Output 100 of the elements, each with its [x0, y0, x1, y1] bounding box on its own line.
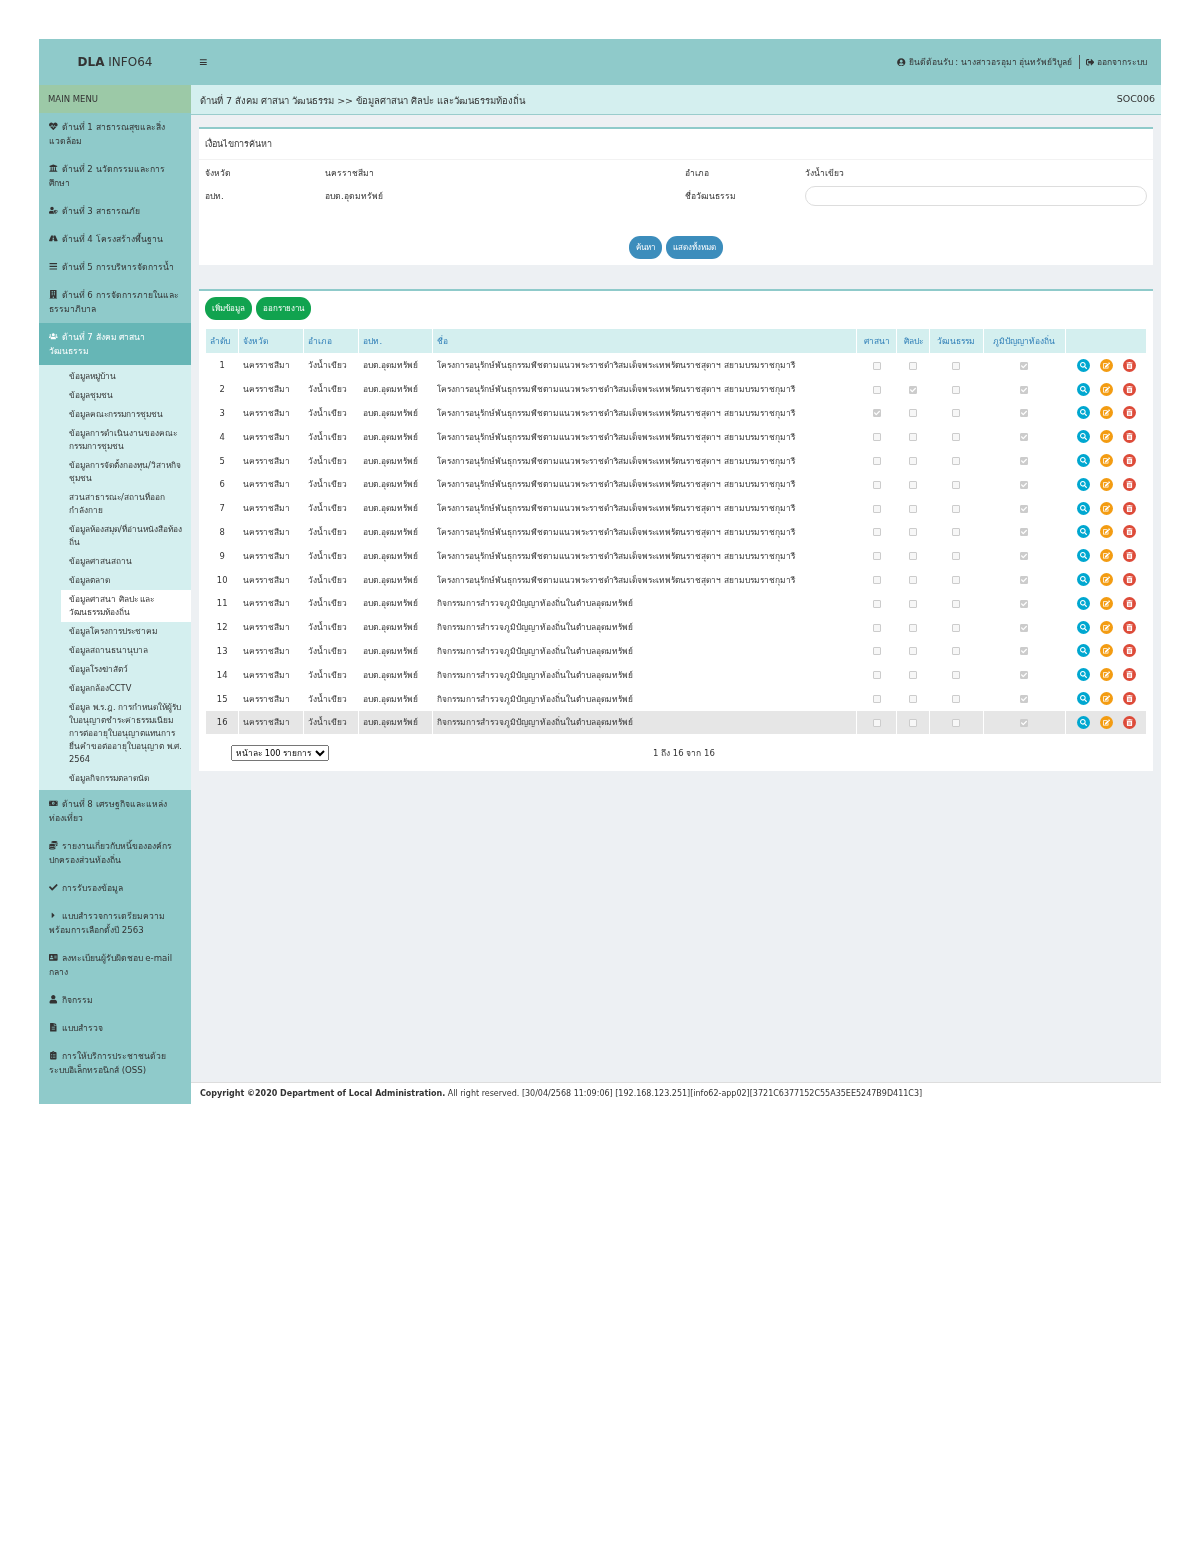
submenu-item[interactable]: ข้อมูลกล้องCCTV: [61, 679, 191, 698]
sidebar-item[interactable]: ด้านที่ 4 โครงสร้างพื้นฐาน: [39, 225, 191, 253]
checkbox[interactable]: [952, 457, 961, 466]
edit-button[interactable]: [1099, 358, 1113, 372]
checkbox[interactable]: [1020, 552, 1029, 561]
checkbox[interactable]: [872, 623, 881, 632]
view-button[interactable]: [1076, 358, 1090, 372]
view-button[interactable]: [1076, 477, 1090, 491]
submenu-item[interactable]: ข้อมูลการดำเนินงานของคณะกรรมการชุมชน: [61, 424, 191, 456]
checkbox[interactable]: [952, 599, 961, 608]
edit-button[interactable]: [1099, 501, 1113, 515]
view-button[interactable]: [1076, 430, 1090, 444]
checkbox[interactable]: [872, 528, 881, 537]
checkbox[interactable]: [909, 718, 918, 727]
sidebar-item[interactable]: การรับรองข้อมูล: [39, 874, 191, 902]
delete-button[interactable]: [1122, 596, 1136, 610]
delete-button[interactable]: [1122, 715, 1136, 729]
checkbox[interactable]: [952, 718, 961, 727]
submenu-item[interactable]: ข้อมูลชุมชน: [61, 386, 191, 405]
checkbox[interactable]: [1020, 361, 1029, 370]
checkbox[interactable]: [1020, 671, 1029, 680]
checkbox[interactable]: [1020, 433, 1029, 442]
submenu-item[interactable]: ข้อมูลศาสนสถาน: [61, 552, 191, 571]
edit-button[interactable]: [1099, 596, 1113, 610]
checkbox[interactable]: [872, 457, 881, 466]
submenu-item[interactable]: ข้อมูลโรงฆ่าสัตว์: [61, 660, 191, 679]
sidebar-item[interactable]: ด้านที่ 3 สาธารณภัย: [39, 197, 191, 225]
checkbox[interactable]: [909, 504, 918, 513]
edit-button[interactable]: [1099, 454, 1113, 468]
checkbox[interactable]: [1020, 504, 1029, 513]
edit-button[interactable]: [1099, 382, 1113, 396]
edit-button[interactable]: [1099, 668, 1113, 682]
checkbox[interactable]: [952, 433, 961, 442]
view-button[interactable]: [1076, 501, 1090, 515]
delete-button[interactable]: [1122, 692, 1136, 706]
delete-button[interactable]: [1122, 573, 1136, 587]
edit-button[interactable]: [1099, 692, 1113, 706]
checkbox[interactable]: [872, 504, 881, 513]
checkbox[interactable]: [1020, 576, 1029, 585]
search-button[interactable]: ค้นหา: [629, 236, 662, 259]
sidebar-item[interactable]: แบบสำรวจ: [39, 1014, 191, 1042]
checkbox[interactable]: [1020, 385, 1029, 394]
show-all-button[interactable]: แสดงทั้งหมด: [666, 236, 723, 259]
input-field[interactable]: [805, 186, 1147, 206]
checkbox[interactable]: [952, 480, 961, 489]
view-button[interactable]: [1076, 525, 1090, 539]
view-button[interactable]: [1076, 382, 1090, 396]
sidebar-item[interactable]: ด้านที่ 2 นวัตกรรมและการศึกษา: [39, 155, 191, 197]
submenu-item[interactable]: ข้อมูลหมู่บ้าน: [61, 367, 191, 386]
checkbox[interactable]: [952, 576, 961, 585]
brand-logo[interactable]: DLA INFO64: [39, 55, 191, 69]
checkbox[interactable]: [909, 695, 918, 704]
checkbox[interactable]: [1020, 695, 1029, 704]
view-button[interactable]: [1076, 406, 1090, 420]
logout-link[interactable]: ออกจากระบบ: [1085, 55, 1147, 69]
sidebar-item[interactable]: ด้านที่ 5 การบริหารจัดการน้ำ: [39, 253, 191, 281]
edit-button[interactable]: [1099, 715, 1113, 729]
page-size-select[interactable]: หน้าละ 100 รายการ: [231, 744, 329, 761]
checkbox[interactable]: [952, 528, 961, 537]
edit-button[interactable]: [1099, 549, 1113, 563]
submenu-item[interactable]: ข้อมูลสถานธนานุบาล: [61, 641, 191, 660]
checkbox[interactable]: [872, 718, 881, 727]
checkbox[interactable]: [909, 647, 918, 656]
checkbox[interactable]: [909, 385, 918, 394]
delete-button[interactable]: [1122, 668, 1136, 682]
edit-button[interactable]: [1099, 525, 1113, 539]
sidebar-item[interactable]: รายงานเกี่ยวกับหนี้ขององค์กรปกครองส่วนท้องถิ่น: [39, 832, 191, 874]
checkbox[interactable]: [909, 599, 918, 608]
checkbox[interactable]: [909, 480, 918, 489]
submenu-item[interactable]: ข้อมูลตลาด: [61, 571, 191, 590]
checkbox[interactable]: [952, 647, 961, 656]
checkbox[interactable]: [872, 480, 881, 489]
view-button[interactable]: [1076, 620, 1090, 634]
checkbox[interactable]: [872, 576, 881, 585]
delete-button[interactable]: [1122, 454, 1136, 468]
edit-button[interactable]: [1099, 573, 1113, 587]
checkbox[interactable]: [872, 433, 881, 442]
delete-button[interactable]: [1122, 477, 1136, 491]
view-button[interactable]: [1076, 668, 1090, 682]
sidebar-item[interactable]: ด้านที่ 1 สาธารณสุขและสิ่งแวดล้อม: [39, 113, 191, 155]
submenu-item[interactable]: ข้อมูลศาสนา ศิลปะ และวัฒนธรรมท้องถิ่น: [61, 590, 191, 622]
checkbox[interactable]: [952, 671, 961, 680]
view-button[interactable]: [1076, 573, 1090, 587]
checkbox[interactable]: [952, 361, 961, 370]
edit-button[interactable]: [1099, 620, 1113, 634]
checkbox[interactable]: [1020, 480, 1029, 489]
submenu-item[interactable]: ข้อมูลโครงการประชาคม: [61, 622, 191, 641]
checkbox[interactable]: [952, 623, 961, 632]
checkbox[interactable]: [1020, 528, 1029, 537]
table-row[interactable]: 16 นครราชสีมา วังน้ำเขียว อบต.อุดมทรัพย์ กิจกรรมการสำรวจภูมิปัญญาท้องถิ่นในตำบลอุดมทรัพย์: [206, 710, 1146, 734]
checkbox[interactable]: [872, 385, 881, 394]
checkbox[interactable]: [1020, 409, 1029, 418]
delete-button[interactable]: [1122, 549, 1136, 563]
checkbox[interactable]: [909, 552, 918, 561]
checkbox[interactable]: [1020, 718, 1029, 727]
sidebar-item[interactable]: ด้านที่ 6 การจัดการภายในและธรรมาภิบาล: [39, 281, 191, 323]
delete-button[interactable]: [1122, 644, 1136, 658]
checkbox[interactable]: [909, 433, 918, 442]
checkbox[interactable]: [1020, 457, 1029, 466]
checkbox[interactable]: [909, 528, 918, 537]
